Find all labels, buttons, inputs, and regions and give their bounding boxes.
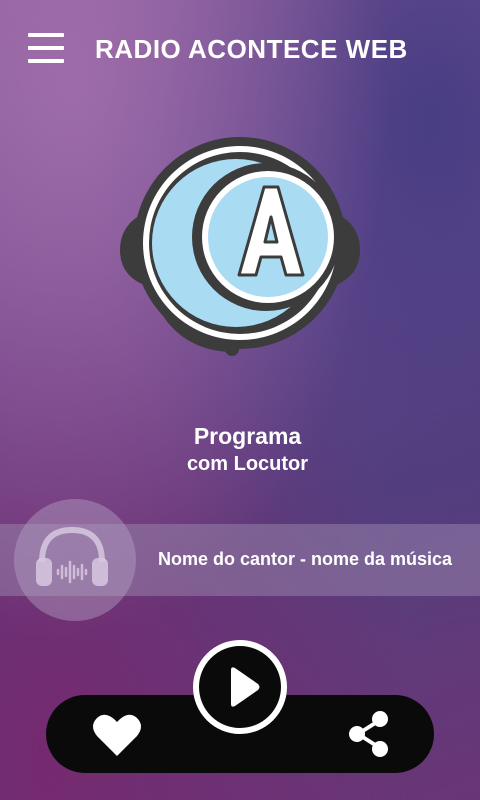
radio-logo — [120, 137, 360, 356]
app-title: RADIO ACONTECE WEB — [95, 34, 408, 64]
headphones-icon — [36, 526, 108, 586]
play-button[interactable] — [193, 640, 287, 734]
favorite-button[interactable] — [92, 712, 142, 758]
play-icon — [231, 667, 260, 707]
hamburger-menu-icon — [28, 33, 64, 37]
share-button[interactable] — [346, 710, 392, 758]
now-playing-track: Nome do cantor - nome da música — [158, 549, 453, 569]
share-icon — [349, 711, 388, 757]
program-host: com Locutor — [186, 453, 309, 475]
program-title: Programa — [193, 423, 302, 449]
heart-icon — [93, 714, 141, 756]
menu-button[interactable] — [28, 33, 64, 63]
